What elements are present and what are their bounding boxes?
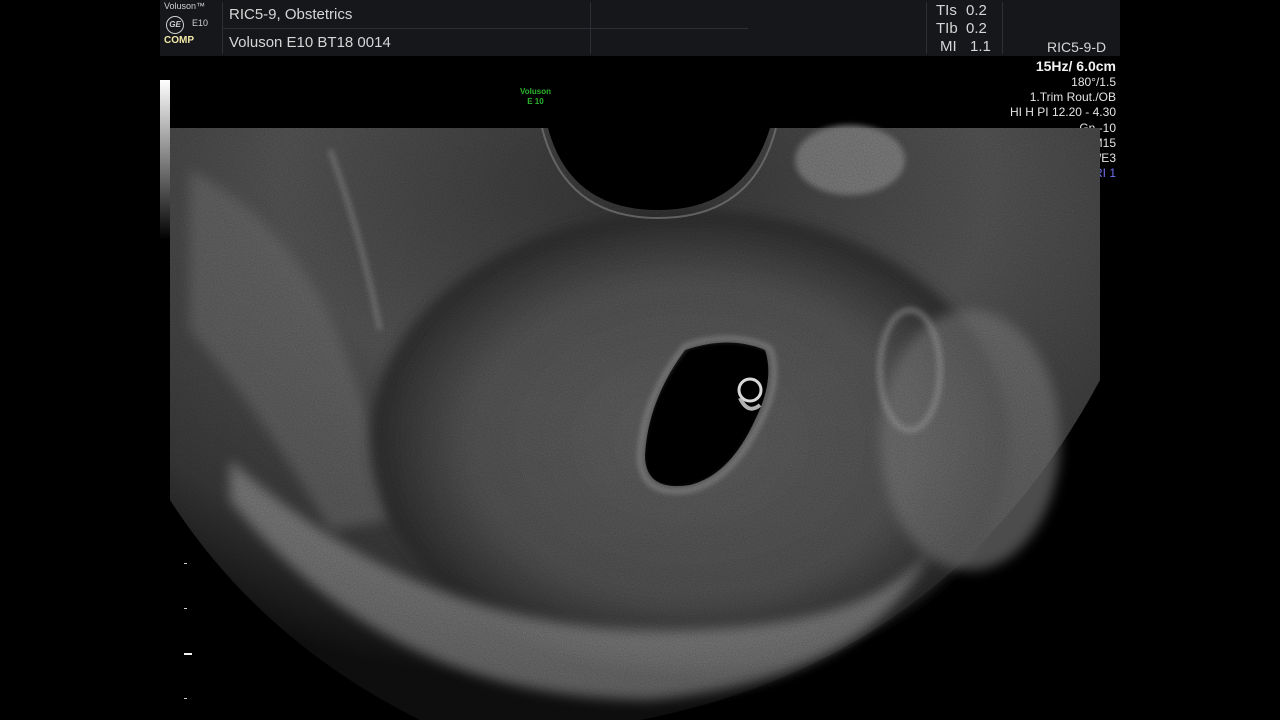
header-divider (222, 28, 748, 29)
header-divider (590, 2, 591, 54)
header-bar: Voluson™ GE E10 COMP RIC5-9, Obstetrics … (160, 0, 1120, 56)
ultrasound-image[interactable] (170, 80, 1120, 720)
ti-bone-index: TIb 0.2 (936, 20, 987, 37)
logo-area: Voluson™ GE E10 COMP (160, 0, 222, 56)
probe-label: RIC5-9-D (1047, 39, 1107, 55)
model-label: E10 (192, 18, 209, 28)
header-divider (1002, 2, 1003, 54)
brand-label: Voluson™ (164, 1, 206, 11)
probe-exam-label: RIC5-9, Obstetrics (229, 6, 353, 23)
frame-rate-depth: 15Hz/ 6.0cm (1035, 58, 1116, 74)
comp-label: COMP (164, 35, 194, 46)
ti-soft-tissue-index: TIs 0.2 (936, 2, 987, 19)
ge-logo-icon: GE (166, 16, 184, 34)
mechanical-index: MI 1.1 (940, 38, 991, 55)
grayscale-bar (160, 80, 170, 240)
system-id-label: Voluson E10 BT18 0014 (229, 34, 391, 51)
header-divider (926, 2, 927, 54)
